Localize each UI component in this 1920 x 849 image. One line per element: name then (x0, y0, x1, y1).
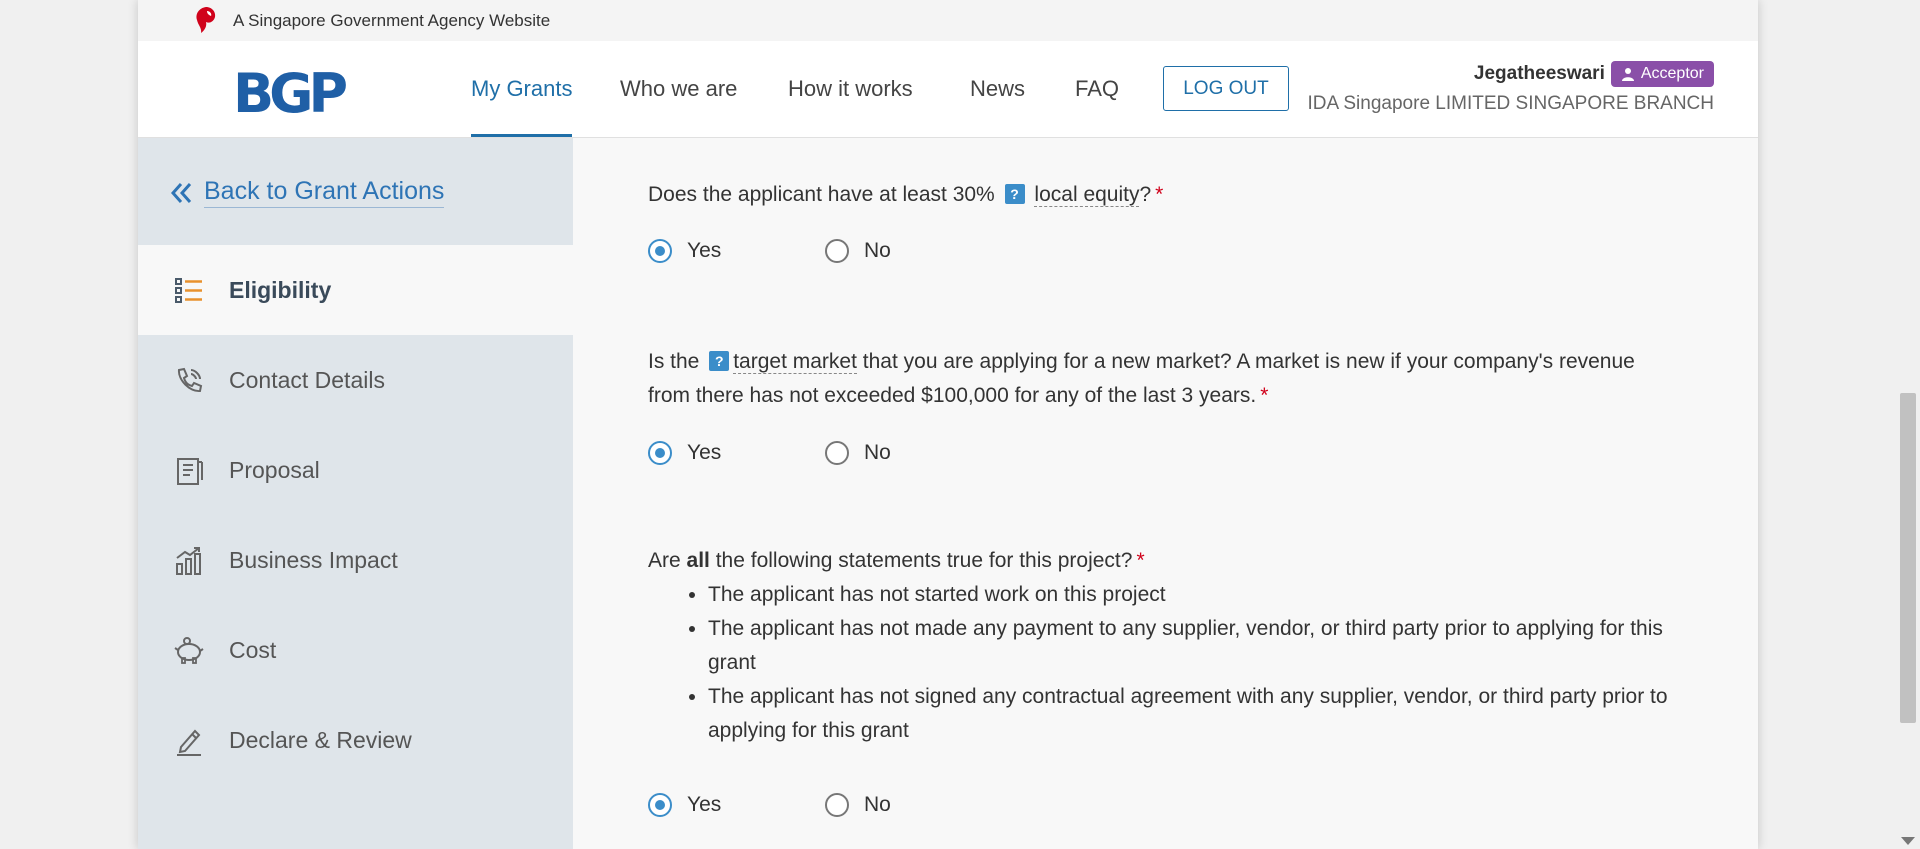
scroll-down-arrow-icon[interactable] (1901, 837, 1915, 845)
question-emphasis: all (686, 549, 710, 572)
radio-label: No (864, 793, 891, 816)
back-to-grant-actions-link[interactable]: Back to Grant Actions (170, 177, 445, 208)
required-mark: * (1136, 549, 1145, 572)
sidebar-item-declare-review[interactable]: Declare & Review (138, 695, 573, 785)
list-item: The applicant has not started work on th… (708, 578, 1708, 612)
sidebar-item-label: Proposal (229, 456, 320, 483)
list-item: The applicant has not made any payment t… (708, 612, 1708, 680)
sidebar-item-label: Eligibility (229, 276, 332, 303)
radio-label: Yes (687, 441, 722, 464)
help-icon[interactable]: ? (1004, 183, 1025, 204)
radio-group-statements: Yes No (648, 793, 891, 817)
radio-label: No (864, 239, 891, 262)
site-header: BGP My Grants Who we are How it works Ne… (138, 41, 1758, 138)
question-text-suffix: the following statements true for this p… (709, 549, 1133, 572)
list-item: The applicant has not signed any contrac… (708, 680, 1708, 748)
question-target-market: Is the ? target market that you are apply… (648, 345, 1658, 413)
nav-who-we-are[interactable]: Who we are (620, 76, 737, 137)
question-text-suffix: ? (1139, 183, 1152, 206)
back-link-label: Back to Grant Actions (204, 177, 445, 208)
question-text: Are (648, 549, 681, 572)
radio-circle[interactable] (825, 239, 849, 263)
radio-yes[interactable]: Yes (648, 441, 825, 465)
role-label: Acceptor (1640, 65, 1704, 82)
page-scrollbar[interactable] (1896, 0, 1920, 849)
gov-masthead: A Singapore Government Agency Website (138, 0, 1758, 42)
sidebar-item-label: Declare & Review (229, 726, 412, 753)
radio-circle-selected[interactable] (648, 793, 672, 817)
scrollbar-thumb[interactable] (1900, 393, 1916, 723)
chart-icon (176, 547, 201, 575)
gov-masthead-text: A Singapore Government Agency Website (233, 11, 551, 30)
user-info: Jegatheeswari Acceptor IDA Singapore LIM… (1307, 61, 1714, 115)
radio-label: No (864, 441, 891, 464)
sidebar-item-business-impact[interactable]: Business Impact (138, 515, 573, 605)
radio-label: Yes (687, 793, 722, 816)
radio-no[interactable]: No (825, 793, 891, 817)
user-name: Jegatheeswari (1473, 63, 1605, 84)
radio-group-local-equity: Yes No (648, 239, 891, 263)
document-icon (177, 458, 203, 485)
question-text: Is the (648, 350, 700, 373)
radio-no[interactable]: No (825, 239, 891, 263)
sidebar-item-cost[interactable]: Cost (138, 605, 573, 695)
radio-circle-selected[interactable] (648, 441, 672, 465)
required-mark: * (1155, 183, 1164, 206)
radio-no[interactable]: No (825, 441, 891, 465)
bgp-logo[interactable]: BGP (233, 67, 348, 121)
sidebar-item-contact-details[interactable]: Contact Details (138, 335, 573, 425)
page: A Singapore Government Agency Website BG… (138, 0, 1758, 849)
radio-circle[interactable] (825, 793, 849, 817)
double-chevron-left-icon (170, 182, 192, 203)
radio-circle-selected[interactable] (648, 239, 672, 263)
phone-icon (177, 367, 203, 393)
org-name: IDA Singapore LIMITED SINGAPORE BRANCH (1307, 93, 1714, 114)
required-mark: * (1260, 384, 1269, 407)
sidebar-item-label: Contact Details (229, 366, 385, 393)
logout-button[interactable]: LOG OUT (1163, 66, 1289, 111)
help-icon[interactable]: ? (709, 350, 730, 371)
sidebar: Back to Grant Actions Eligibility Contac… (138, 138, 573, 849)
radio-circle[interactable] (825, 441, 849, 465)
sidebar-item-label: Business Impact (229, 546, 398, 573)
lion-head-icon (196, 7, 216, 33)
nav-my-grants[interactable]: My Grants (471, 76, 573, 137)
radio-label: Yes (687, 239, 722, 262)
nav-news[interactable]: News (970, 76, 1025, 137)
radio-group-target-market: Yes No (648, 441, 891, 465)
list-icon (175, 278, 202, 303)
question-text: Does the applicant have at least 30% (648, 183, 995, 206)
pen-icon (177, 729, 201, 756)
user-icon (1621, 68, 1634, 81)
question-statements: Are all the following statements true fo… (648, 544, 1145, 578)
question-local-equity: Does the applicant have at least 30% ? l… (648, 178, 1163, 212)
piggy-bank-icon (174, 637, 204, 664)
statements-list: The applicant has not started work on th… (648, 578, 1708, 748)
radio-yes[interactable]: Yes (648, 793, 825, 817)
sidebar-item-proposal[interactable]: Proposal (138, 425, 573, 515)
radio-yes[interactable]: Yes (648, 239, 825, 263)
sidebar-item-eligibility[interactable]: Eligibility (138, 245, 573, 335)
nav-how-it-works[interactable]: How it works (788, 76, 913, 137)
local-equity-tooltip-term[interactable]: local equity (1034, 183, 1140, 207)
target-market-tooltip-term[interactable]: target market (733, 350, 857, 374)
role-badge: Acceptor (1610, 61, 1714, 87)
nav-faq[interactable]: FAQ (1075, 76, 1119, 137)
eligibility-form: Does the applicant have at least 30% ? l… (573, 138, 1758, 849)
sidebar-item-label: Cost (229, 636, 277, 663)
